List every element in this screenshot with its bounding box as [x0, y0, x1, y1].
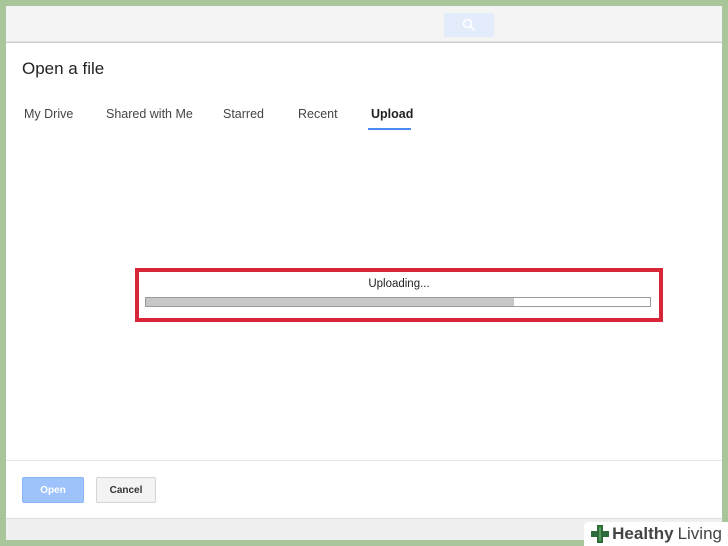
cancel-button[interactable]: Cancel [96, 477, 156, 503]
search-button[interactable] [444, 13, 494, 37]
tab-upload[interactable]: Upload [371, 107, 413, 121]
tab-recent[interactable]: Recent [298, 107, 338, 121]
watermark-text: Healthy Living [612, 524, 722, 544]
healthy-living-cross-icon [591, 525, 610, 543]
upload-progress-fill [146, 298, 514, 306]
active-tab-indicator [368, 128, 411, 130]
tab-bar: My Drive Shared with Me Starred Recent U… [6, 99, 722, 131]
open-button[interactable]: Open [22, 477, 84, 503]
upload-pane: Uploading... [6, 131, 722, 459]
tab-my-drive[interactable]: My Drive [24, 107, 73, 121]
dialog-title: Open a file [22, 59, 105, 78]
search-icon [462, 18, 476, 32]
tab-shared-with-me[interactable]: Shared with Me [106, 107, 193, 121]
upload-status-text: Uploading... [368, 278, 430, 290]
watermark-brand-bold: Healthy [612, 524, 674, 543]
dialog-header: Open a file My Drive Shared with Me Star… [6, 42, 722, 132]
upload-progress-highlight: Uploading... [135, 268, 663, 322]
upload-progress-bar [145, 297, 651, 307]
tab-starred[interactable]: Starred [223, 107, 264, 121]
watermark-brand-rest: Living [677, 524, 722, 543]
app-frame: Open a file My Drive Shared with Me Star… [6, 6, 722, 540]
top-bar [6, 6, 722, 42]
watermark-badge: Healthy Living [584, 522, 728, 546]
